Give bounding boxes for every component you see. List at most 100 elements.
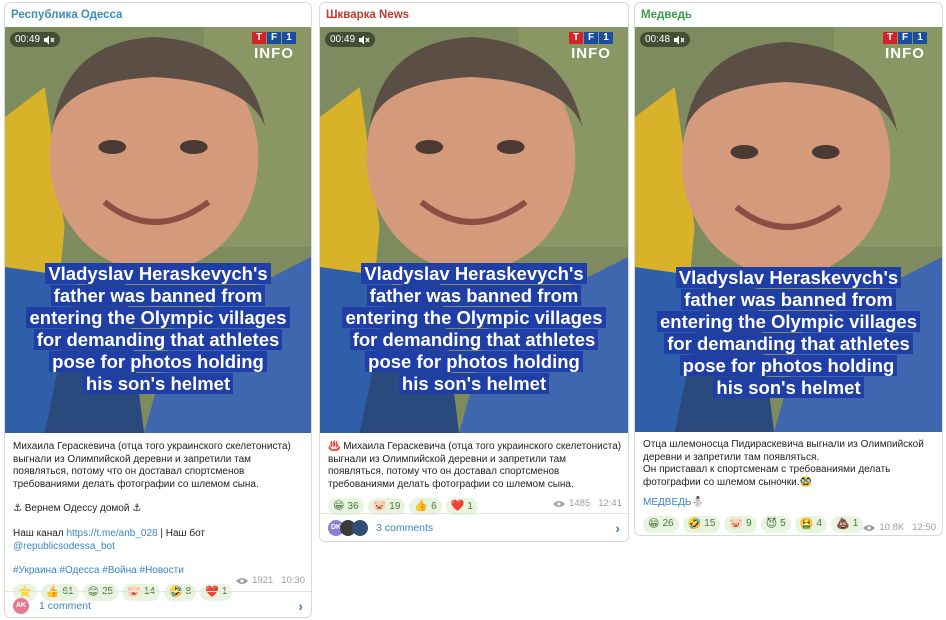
grin-icon: 😁 [648, 517, 660, 530]
video-player[interactable]: 00:49 TF1 INFO Vladyslav Heraskevych's f… [320, 27, 628, 433]
mute-icon[interactable] [359, 35, 370, 45]
post-meta: 10.8K 12:50 [863, 522, 936, 533]
post-links: Наш канал https://t.me/anb_028 | Наш бот… [13, 528, 305, 553]
tf1-info-logo: TF1 INFO [568, 32, 614, 62]
chevron-right-icon: › [298, 597, 303, 614]
caption-line: entering the Olympic villages [656, 311, 921, 332]
pig-icon: 🐷 [372, 500, 387, 513]
caption-line: for demanding that athletes [349, 329, 599, 350]
caption-line: entering the Olympic villages [342, 307, 606, 328]
reaction-pig[interactable]: 🐷 9 [724, 515, 757, 533]
comments-link[interactable]: 3 comments [376, 522, 433, 534]
post-time: 12:41 [598, 498, 622, 509]
video-caption: Vladyslav Heraskevych's father was banne… [15, 263, 301, 395]
thumbs-up-icon: 👍 [414, 500, 429, 513]
video-timer: 00:49 [325, 32, 376, 47]
poop-icon: 💩 [835, 517, 850, 530]
mute-icon[interactable] [674, 35, 685, 45]
post-text: ♨️ Михаила Гераскевича (отца того украин… [328, 441, 622, 490]
links-prefix: Наш канал [13, 527, 67, 539]
video-player[interactable]: 00:49 TF1 INFO Vladyslav Heraskevych's f… [5, 27, 311, 433]
post-text: Отца шлемоносца Пидираскевича выгнали из… [643, 439, 924, 463]
links-separator: | Наш бот [157, 527, 205, 539]
avatar [352, 519, 368, 536]
chevron-right-icon: › [615, 519, 620, 536]
caption-line: for demanding that athletes [33, 329, 283, 350]
post-republica-odessa: Республика Одесса 00:49 TF1 INFO Vladysl… [4, 2, 312, 618]
post-body: Отца шлемоносца Пидираскевича выгнали из… [643, 437, 936, 533]
rofl-icon: 🤣 [687, 517, 702, 530]
grin-icon: 😁 [333, 500, 345, 513]
post-medved: Медведь 00:48 TF1 INFO Vladyslav Heraske… [634, 2, 943, 536]
eye-icon [863, 524, 876, 531]
tf1-info-logo: TF1 INFO [882, 32, 928, 62]
reaction-count: 19 [389, 500, 401, 512]
bot-link[interactable]: @republicsodessa_bot [13, 541, 115, 552]
post-meta: 1921 10:30 [236, 575, 305, 586]
post-shkvarka-news: Шкварка News 00:49 TF1 INFO Vladyslav He… [319, 2, 629, 542]
caption-line: father was banned from [50, 285, 266, 306]
reaction-poop[interactable]: 💩 1 [830, 515, 864, 533]
caption-line: his son's helmet [713, 377, 864, 398]
view-count: 1921 [252, 575, 274, 586]
reaction-count: 1 [467, 500, 473, 512]
pig-icon: 🐷 [729, 517, 744, 530]
comments-bar[interactable]: AK 1 comment › [5, 591, 311, 617]
channel-name[interactable]: Медведь [635, 3, 942, 27]
eye-icon [236, 577, 249, 584]
mute-icon[interactable] [44, 35, 55, 45]
video-time: 00:49 [15, 34, 41, 45]
reaction-rofl[interactable]: 🤣 15 [682, 515, 721, 533]
signature: МЕДВЕДЬ⛄ [643, 497, 704, 509]
view-count: 1485 [569, 498, 591, 509]
post-meta: 1485 12:41 [553, 498, 622, 509]
reaction-grin[interactable]: 😁 26 [643, 515, 679, 533]
eye-icon [553, 500, 566, 507]
video-timer: 00:48 [640, 32, 691, 47]
video-timer: 00:49 [10, 32, 61, 47]
reaction-count: 5 [780, 518, 786, 530]
reaction-count: 4 [816, 518, 822, 530]
video-time: 00:48 [645, 34, 671, 45]
caption-line: pose for photos holding [365, 351, 583, 372]
video-caption: Vladyslav Heraskevych's father was banne… [645, 267, 932, 399]
caption-line: for demanding that athletes [664, 333, 913, 354]
devil-icon: 😈 [765, 517, 778, 530]
video-caption: Vladyslav Heraskevych's father was banne… [330, 263, 618, 395]
reaction-count: 36 [347, 500, 359, 512]
reaction-count: 1 [852, 518, 859, 530]
caption-line: his son's helmet [398, 373, 550, 394]
reaction-count: 15 [704, 518, 716, 530]
reaction-count: 26 [662, 518, 674, 530]
comments-link[interactable]: 1 comment [39, 600, 91, 612]
video-player[interactable]: 00:48 TF1 INFO Vladyslav Heraskevych's f… [635, 27, 942, 432]
channel-name[interactable]: Республика Одесса [5, 3, 311, 27]
reaction-devil[interactable]: 😈 5 [760, 515, 791, 533]
post-text-2: Он приставал к спортсменам с требованиям… [643, 464, 891, 488]
caption-line: pose for photos holding [49, 351, 267, 372]
caption-line: father was banned from [681, 289, 896, 310]
reaction-count: 6 [431, 500, 437, 512]
view-count: 10.8K [879, 522, 905, 533]
caption-line: Vladyslav Heraskevych's [361, 263, 587, 284]
caption-line: his son's helmet [82, 373, 234, 394]
post-slogan: ⚓ Вернем Одессу домой ⚓ [13, 503, 142, 515]
comments-bar[interactable]: DK 3 comments › [320, 513, 628, 541]
video-time: 00:49 [330, 34, 356, 45]
channel-name[interactable]: Шкварка News [320, 3, 628, 27]
caption-line: Vladyslav Heraskevych's [675, 267, 902, 288]
caption-line: father was banned from [366, 285, 582, 306]
logo-info-text: INFO [885, 45, 925, 62]
channel-link[interactable]: https://t.me/anb_028 [66, 528, 157, 539]
reaction-count: 9 [746, 518, 752, 530]
logo-info-text: INFO [254, 45, 294, 62]
heart-icon: ❤️ [450, 500, 465, 513]
post-text: Михаила Гераскевича (отца того украинско… [13, 441, 291, 490]
caption-line: Vladyslav Heraskevych's [45, 263, 271, 284]
post-time: 10:30 [281, 575, 305, 586]
caption-line: pose for photos holding [679, 355, 898, 376]
vomit-icon: 🤮 [799, 517, 814, 530]
tf1-info-logo: TF1 INFO [251, 32, 297, 62]
caption-line: entering the Olympic villages [26, 307, 290, 328]
reaction-vomit[interactable]: 🤮 4 [794, 515, 827, 533]
